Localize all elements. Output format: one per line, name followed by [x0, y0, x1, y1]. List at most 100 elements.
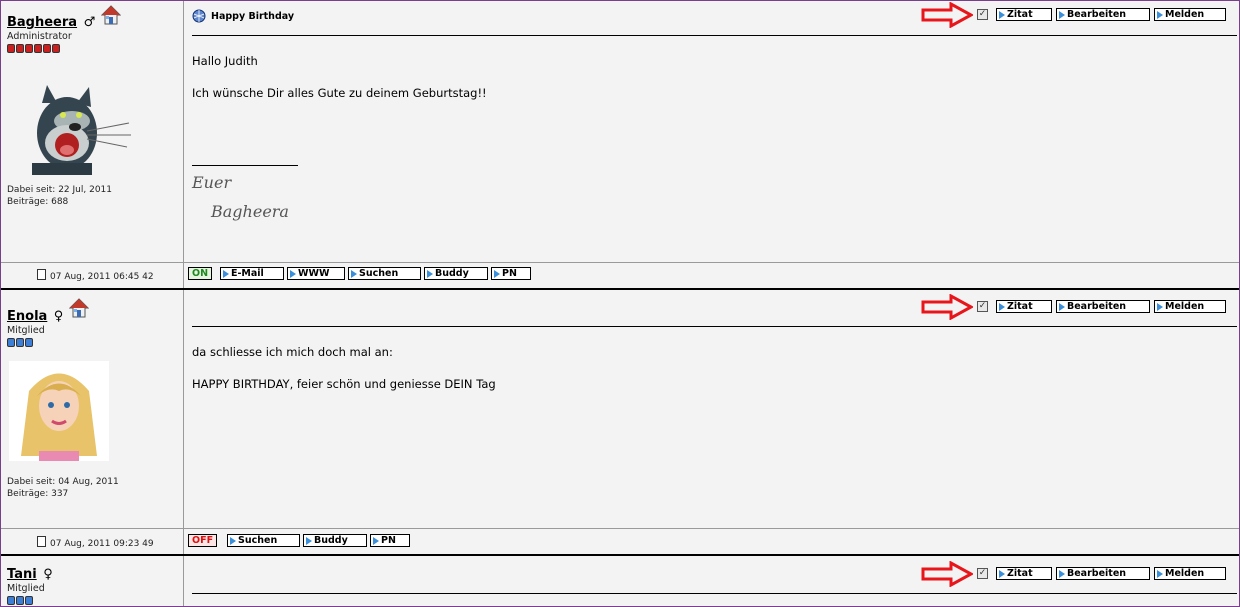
gender-male-icon: ♂ [83, 15, 96, 30]
play-icon [427, 269, 433, 278]
play-icon [223, 269, 229, 278]
play-icon [1059, 302, 1065, 311]
column-divider [183, 1, 184, 606]
post-author: Bagheera ♂ Administrator [7, 15, 95, 53]
quote-button[interactable]: Zitat [996, 8, 1052, 21]
play-icon [999, 10, 1005, 19]
rank-dot [34, 44, 42, 53]
buddy-button[interactable]: Buddy [424, 267, 488, 280]
play-icon [1157, 10, 1163, 19]
play-icon [373, 536, 379, 545]
rank-dot [52, 44, 60, 53]
play-icon [999, 569, 1005, 578]
post-divider [1, 288, 1239, 290]
buddy-button[interactable]: Buddy [303, 534, 367, 547]
row-divider [1, 262, 1239, 263]
post-body-line: Ich wünsche Dir alles Gute zu deinem Geb… [192, 86, 487, 100]
username-link[interactable]: Bagheera [7, 15, 77, 30]
post-author: Tani ♀ Mitglied [7, 567, 53, 605]
post-title-text: Happy Birthday [211, 10, 295, 22]
post-count: Beiträge: 688 [7, 197, 69, 207]
post-body-line: Hallo Judith [192, 54, 258, 68]
rank-dot [7, 338, 15, 347]
user-rank: Mitglied [7, 325, 45, 336]
rank-dot [7, 596, 15, 605]
title-rule [192, 35, 1237, 36]
rank-dots [7, 44, 95, 53]
select-checkbox[interactable]: ✓ [977, 9, 988, 20]
search-button[interactable]: Suchen [227, 534, 300, 547]
search-button[interactable]: Suchen [348, 267, 421, 280]
email-button[interactable]: E-Mail [220, 267, 284, 280]
online-status-badge: OFF [188, 534, 218, 547]
gender-female-icon: ♀ [53, 309, 64, 324]
rank-dot [25, 338, 33, 347]
document-icon [37, 536, 46, 547]
forum-thread: Bagheera ♂ Administrator Dabei seit: 22 … [0, 0, 1240, 607]
title-rule [192, 593, 1237, 594]
homepage-icon[interactable] [69, 298, 89, 318]
user-rank: Administrator [7, 31, 72, 42]
online-status-badge: ON [188, 267, 213, 280]
report-button[interactable]: Melden [1154, 8, 1226, 21]
username-link[interactable]: Tani [7, 567, 37, 582]
user-stats: Dabei seit: 22 Jul, 2011 Beiträge: 688 [7, 184, 112, 208]
report-button[interactable]: Melden [1154, 567, 1226, 580]
post-body-line: da schliesse ich mich doch mal an: [192, 345, 393, 359]
play-icon [1059, 10, 1065, 19]
rank-dot [43, 44, 51, 53]
document-icon [37, 269, 46, 280]
play-icon [351, 269, 357, 278]
row-divider [1, 528, 1239, 529]
rank-dot [7, 44, 15, 53]
post-count: Beiträge: 337 [7, 489, 69, 499]
red-arrow-icon [921, 294, 973, 320]
quote-button[interactable]: Zitat [996, 567, 1052, 580]
select-checkbox[interactable]: ✓ [977, 568, 988, 579]
pm-button[interactable]: PN [491, 267, 531, 280]
rank-dot [16, 44, 24, 53]
post-body-line: HAPPY BIRTHDAY, feier schön und geniesse… [192, 377, 496, 391]
join-date: Dabei seit: 04 Aug, 2011 [7, 477, 119, 487]
signature-text: Euer [192, 173, 232, 192]
username-link[interactable]: Enola [7, 309, 47, 324]
join-date: Dabei seit: 22 Jul, 2011 [7, 185, 113, 195]
avatar [9, 361, 109, 461]
play-icon [1059, 569, 1065, 578]
pm-button[interactable]: PN [370, 534, 410, 547]
play-icon [1157, 569, 1163, 578]
signature-text: Bagheera [211, 202, 289, 221]
signature-separator [192, 165, 298, 166]
post-author: Enola ♀ Mitglied [7, 309, 63, 347]
www-button[interactable]: WWW [287, 267, 345, 280]
post-title: Happy Birthday [192, 9, 294, 23]
post-divider [1, 554, 1239, 556]
rank-dot [25, 44, 33, 53]
homepage-icon[interactable] [101, 5, 121, 25]
rank-dot [16, 338, 24, 347]
globe-icon [192, 9, 206, 23]
title-rule [192, 326, 1237, 327]
rank-dot [25, 596, 33, 605]
edit-button[interactable]: Bearbeiten [1056, 8, 1150, 21]
play-icon [306, 536, 312, 545]
edit-button[interactable]: Bearbeiten [1056, 300, 1150, 313]
rank-dot [16, 596, 24, 605]
play-icon [1157, 302, 1163, 311]
select-checkbox[interactable]: ✓ [977, 301, 988, 312]
rank-dots [7, 338, 63, 347]
avatar [32, 85, 131, 175]
play-icon [494, 269, 500, 278]
report-button[interactable]: Melden [1154, 300, 1226, 313]
red-arrow-icon [921, 561, 973, 587]
play-icon [230, 536, 236, 545]
gender-female-icon: ♀ [43, 567, 53, 582]
play-icon [290, 269, 296, 278]
edit-button[interactable]: Bearbeiten [1056, 567, 1150, 580]
play-icon [999, 302, 1005, 311]
red-arrow-icon [921, 2, 973, 28]
user-rank: Mitglied [7, 583, 45, 594]
post-date: 07 Aug, 2011 06:45 42 [37, 269, 154, 282]
quote-button[interactable]: Zitat [996, 300, 1052, 313]
rank-dots [7, 596, 53, 605]
